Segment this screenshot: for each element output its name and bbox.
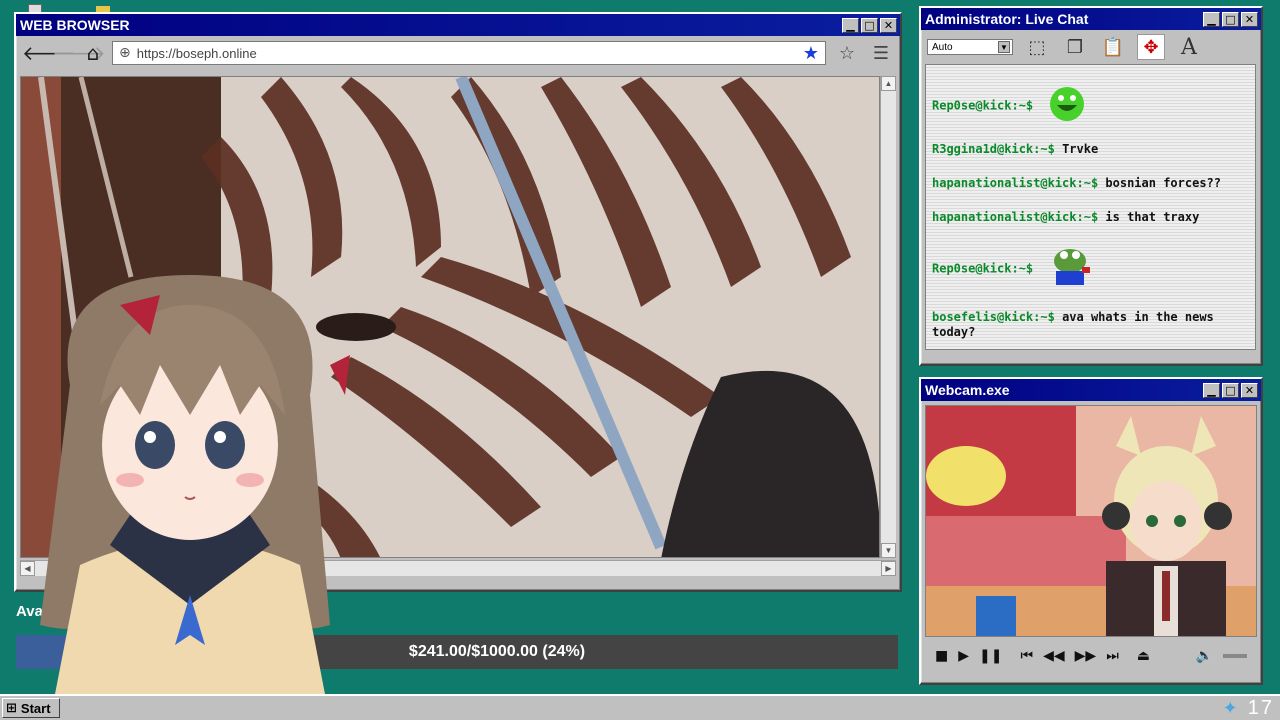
url-text[interactable]: https://boseph.online <box>137 46 797 61</box>
select-icon[interactable]: ⬚ <box>1023 34 1051 60</box>
chat-text: Trvke <box>1062 142 1099 156</box>
volume-icon[interactable]: 🔈 <box>1196 648 1213 664</box>
minimize-button[interactable]: ▁ <box>1203 11 1220 27</box>
webcam-titlebar[interactable]: Webcam.exe ▁ □ ✕ <box>921 379 1261 401</box>
chat-titlebar[interactable]: Administrator: Live Chat ▁ □ ✕ <box>921 8 1261 30</box>
close-button[interactable]: ✕ <box>1241 11 1258 27</box>
scroll-down-arrow-icon[interactable]: ▼ <box>881 543 896 558</box>
clock[interactable]: 17 <box>1248 697 1274 720</box>
eject-icon[interactable]: ⏏ <box>1137 648 1150 664</box>
chat-toolbar: Auto ▼ ⬚ ❐ 📋 ✥ A <box>921 30 1261 64</box>
webcam-feed <box>925 405 1257 637</box>
start-label: Start <box>20 700 51 716</box>
chat-message: Rep0se@kick:~$ <box>932 245 1245 293</box>
browser-toolbar: 🡐 🡒 ⌂ ⊕ https://boseph.online ★ ☆ ☰ <box>16 36 900 70</box>
bookmark-star-icon[interactable]: ★ <box>803 43 819 64</box>
volume-slider[interactable] <box>1223 654 1247 658</box>
home-icon[interactable]: ⌂ <box>82 41 104 65</box>
back-arrow-icon[interactable]: 🡐 <box>22 41 76 65</box>
chat-text: is that traxy <box>1105 210 1200 224</box>
paste-icon[interactable]: 📋 <box>1099 34 1127 60</box>
tray-network-icon[interactable]: ✦ <box>1223 698 1240 719</box>
browser-titlebar[interactable]: WEB BROWSER ▁ □ ✕ <box>16 14 900 36</box>
globe-icon: ⊕ <box>119 45 131 61</box>
stop-icon[interactable]: ■ <box>935 648 948 664</box>
favorites-icon[interactable]: ☆ <box>834 43 860 64</box>
pause-icon[interactable]: ❚❚ <box>979 648 1002 664</box>
windows-logo-icon: ⊞ <box>6 700 17 716</box>
font-icon[interactable]: A <box>1175 34 1203 60</box>
webcam-window: Webcam.exe ▁ □ ✕ ■ ▶ ❚❚ ⏮ ◀◀ ▶▶ ⏭ ⏏ 🔈 <box>919 377 1263 685</box>
chat-username[interactable]: Rep0se@kick:~$ <box>932 262 1033 276</box>
scroll-right-arrow-icon[interactable]: ▶ <box>881 561 896 576</box>
chat-username[interactable]: bosefelis@kick:~$ <box>932 310 1055 324</box>
browser-title: WEB BROWSER <box>20 17 130 33</box>
chat-message: hapanationalist@kick:~$ is that traxy <box>932 210 1245 225</box>
chat-message: bosefelis@kick:~$ ava whats in the news … <box>932 310 1245 340</box>
green-laughing-emote-icon <box>1048 85 1086 127</box>
forward-arrow-icon[interactable]: 🡒 <box>52 41 106 65</box>
chat-window: Administrator: Live Chat ▁ □ ✕ Auto ▼ ⬚ … <box>919 6 1263 366</box>
play-icon[interactable]: ▶ <box>958 648 969 664</box>
pepe-frog-emote-icon <box>1048 245 1094 293</box>
move-icon[interactable]: ✥ <box>1137 34 1165 60</box>
chat-log[interactable]: Rep0se@kick:~$ R3ggina1d@kick:~$ Trvke h… <box>925 64 1256 350</box>
system-tray: ✦ 17 <box>1223 696 1274 720</box>
chat-username[interactable]: Rep0se@kick:~$ <box>932 99 1033 113</box>
chat-message: R3ggina1d@kick:~$ Trvke <box>932 142 1245 157</box>
font-size-select[interactable]: Auto ▼ <box>927 39 1013 55</box>
skip-forward-icon[interactable]: ⏭ <box>1106 648 1119 664</box>
scroll-up-arrow-icon[interactable]: ▲ <box>881 76 896 91</box>
rewind-icon[interactable]: ◀◀ <box>1043 648 1065 664</box>
chat-username[interactable]: hapanationalist@kick:~$ <box>932 210 1098 224</box>
close-button[interactable]: ✕ <box>1241 382 1258 398</box>
minimize-button[interactable]: ▁ <box>1203 382 1220 398</box>
webcam-scene <box>926 406 1256 636</box>
minimize-button[interactable]: ▁ <box>842 17 859 33</box>
chat-message: hapanationalist@kick:~$ bosnian forces?? <box>932 176 1245 191</box>
maximize-button[interactable]: □ <box>861 17 878 33</box>
chat-title: Administrator: Live Chat <box>925 11 1089 27</box>
font-size-value: Auto <box>932 41 953 53</box>
taskbar: ⊞ Start ✦ 17 <box>0 694 1280 720</box>
address-bar[interactable]: ⊕ https://boseph.online ★ <box>112 41 826 65</box>
webcam-title: Webcam.exe <box>925 382 1010 398</box>
media-controls: ■ ▶ ❚❚ ⏮ ◀◀ ▶▶ ⏭ ⏏ 🔈 <box>925 641 1257 671</box>
chat-username[interactable]: hapanationalist@kick:~$ <box>932 176 1098 190</box>
menu-icon[interactable]: ☰ <box>868 43 894 64</box>
copy-icon[interactable]: ❐ <box>1061 34 1089 60</box>
vertical-scrollbar[interactable]: ▲ ▼ <box>880 76 896 558</box>
chat-username[interactable]: R3ggina1d@kick:~$ <box>932 142 1055 156</box>
start-button[interactable]: ⊞ Start <box>2 698 60 718</box>
close-button[interactable]: ✕ <box>880 17 897 33</box>
skip-back-icon[interactable]: ⏮ <box>1020 648 1033 664</box>
chat-message: Rep0se@kick:~$ <box>932 85 1245 127</box>
chat-text: bosnian forces?? <box>1105 176 1221 190</box>
vtuber-avatar <box>40 275 350 720</box>
maximize-button[interactable]: □ <box>1222 11 1239 27</box>
fast-forward-icon[interactable]: ▶▶ <box>1075 648 1097 664</box>
chevron-down-icon[interactable]: ▼ <box>998 41 1010 53</box>
maximize-button[interactable]: □ <box>1222 382 1239 398</box>
